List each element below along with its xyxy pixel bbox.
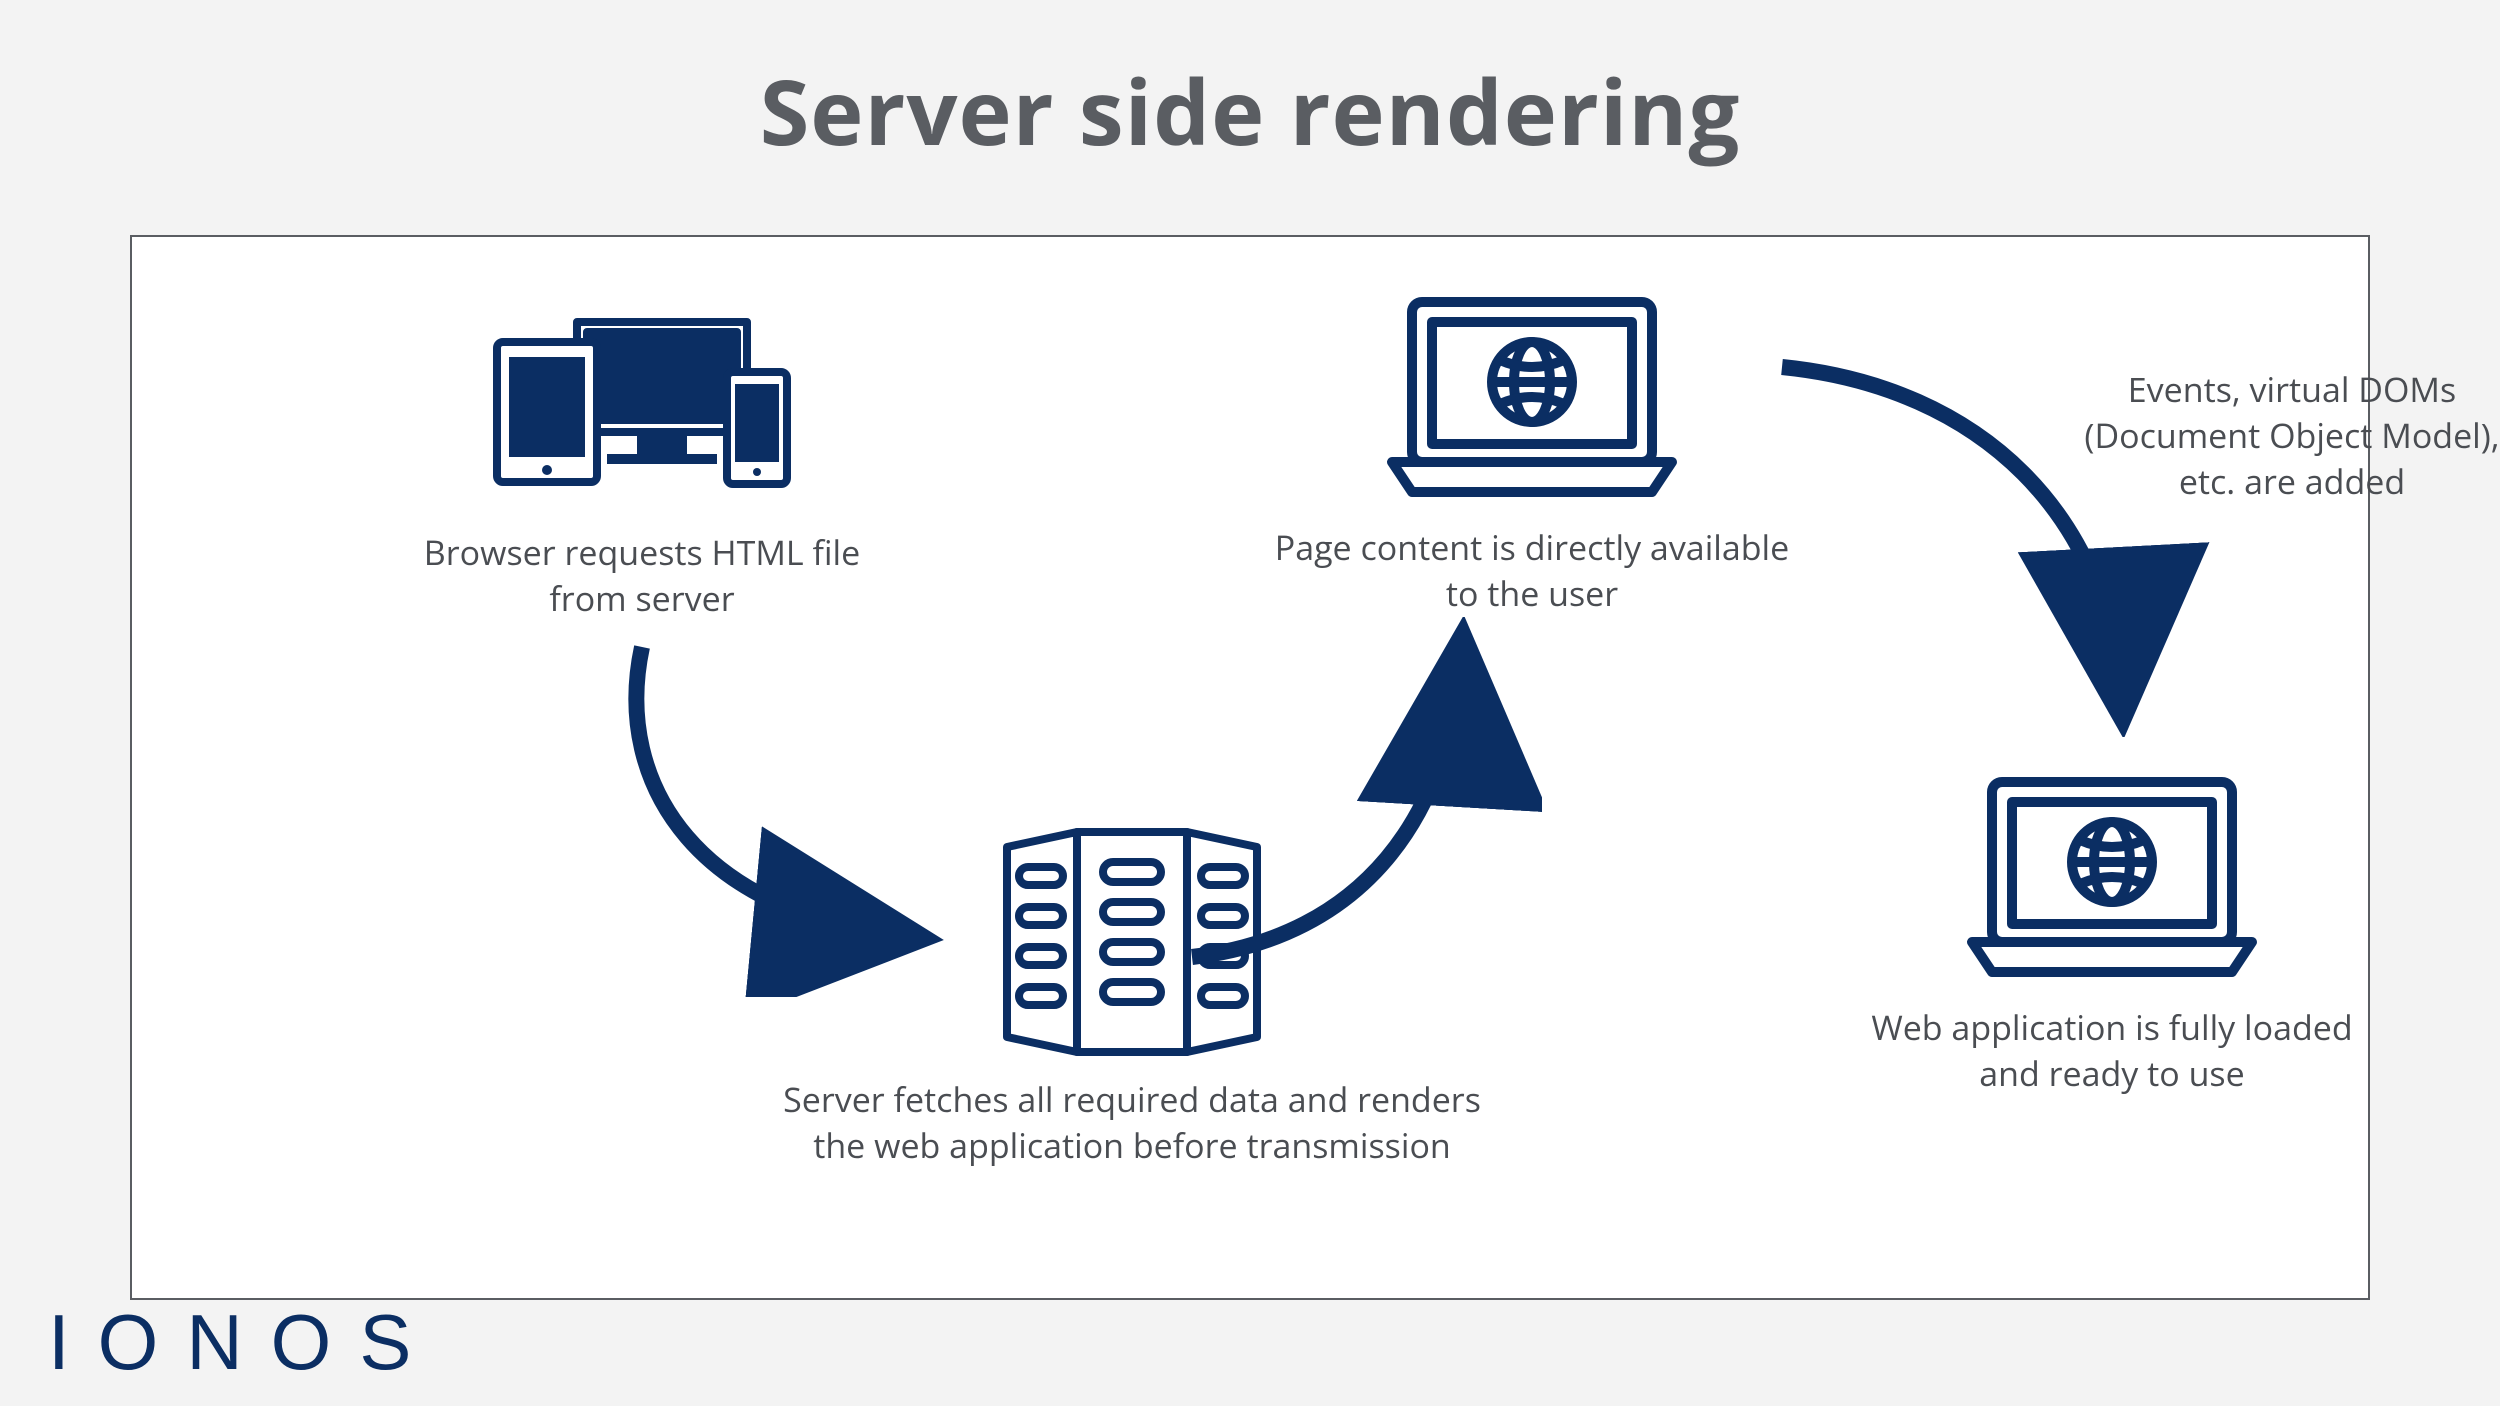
arrow-label-events: Events, virtual DOMs (Document Object Mo… xyxy=(2077,367,2500,505)
step-loaded: Web application is fully loaded and read… xyxy=(1852,762,2372,1097)
brand-logo: IONOS xyxy=(48,1297,439,1388)
step-page: Page content is directly available to th… xyxy=(1272,282,1792,617)
step-page-caption: Page content is directly available to th… xyxy=(1272,525,1792,617)
page-title: Server side rendering xyxy=(0,0,2500,172)
step-browser-caption: Browser requests HTML file from server xyxy=(392,530,892,622)
diagram-canvas: Browser requests HTML file from server xyxy=(130,235,2370,1300)
devices-icon xyxy=(467,302,817,512)
laptop-globe-icon-2 xyxy=(1932,762,2292,987)
laptop-globe-icon xyxy=(1352,282,1712,507)
step-loaded-caption: Web application is fully loaded and read… xyxy=(1852,1005,2372,1097)
step-server-caption: Server fetches all required data and ren… xyxy=(782,1077,1482,1169)
step-browser: Browser requests HTML file from server xyxy=(392,302,892,622)
arrow-server-to-page xyxy=(1162,617,1542,987)
